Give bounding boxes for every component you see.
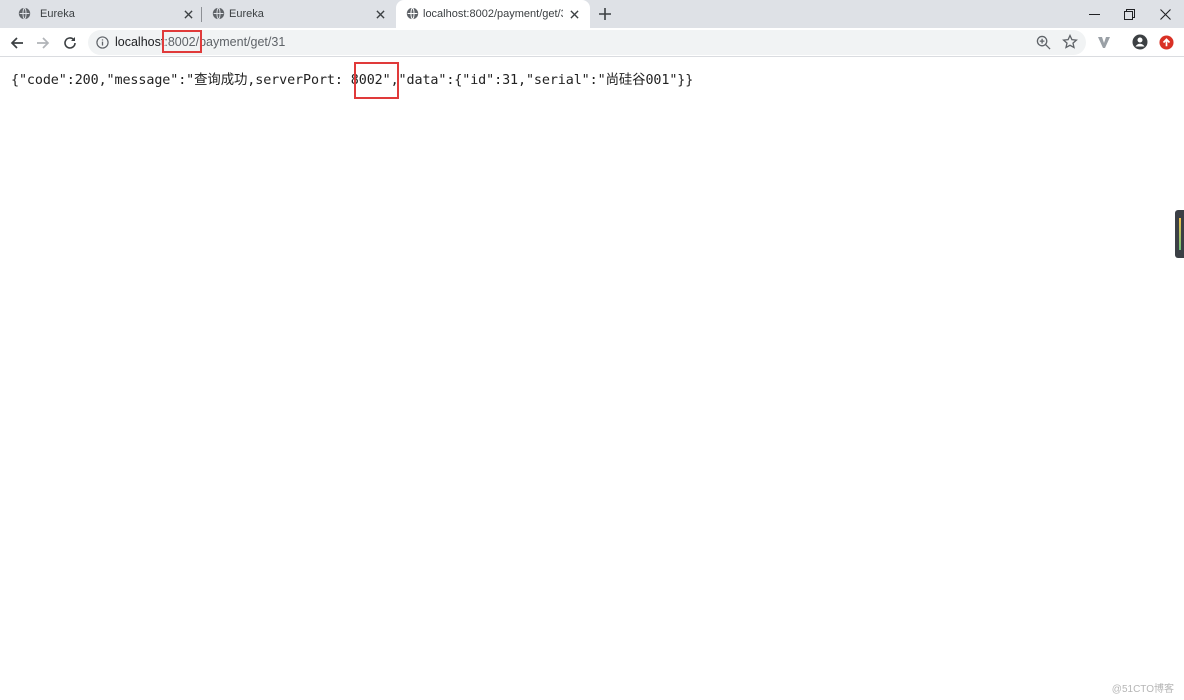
server-port-highlight-box bbox=[354, 62, 399, 99]
tab-localhost-payment[interactable]: localhost:8002/payment/get/31 bbox=[396, 0, 590, 28]
close-tab-icon[interactable] bbox=[372, 6, 388, 22]
minimize-button[interactable] bbox=[1076, 0, 1112, 28]
close-icon bbox=[1159, 8, 1171, 20]
url-host: localhost bbox=[115, 35, 165, 49]
reload-icon bbox=[64, 37, 76, 49]
address-port-highlight-box bbox=[162, 30, 202, 53]
new-tab-button[interactable] bbox=[596, 5, 614, 23]
json-response-text: {"code":200,"message":"查询成功,serverPort: … bbox=[11, 73, 694, 88]
close-tab-icon[interactable] bbox=[566, 6, 582, 22]
forward-button[interactable] bbox=[33, 33, 53, 53]
extension-button[interactable] bbox=[1095, 33, 1113, 51]
update-arrow-icon bbox=[1158, 34, 1174, 50]
arrow-left-icon bbox=[10, 37, 23, 49]
tab-title: Eureka bbox=[40, 8, 75, 20]
tab-title: Eureka bbox=[229, 8, 264, 20]
tab-title: localhost:8002/payment/get/31 bbox=[423, 8, 563, 20]
globe-icon bbox=[212, 7, 225, 20]
watermark: @51CTO博客 bbox=[1111, 684, 1174, 695]
reload-button[interactable] bbox=[60, 33, 80, 53]
extension-v-icon bbox=[1098, 37, 1110, 48]
tab-eureka-2[interactable]: Eureka bbox=[202, 0, 394, 28]
plus-icon bbox=[599, 8, 611, 20]
globe-icon bbox=[18, 7, 31, 20]
update-button[interactable] bbox=[1157, 33, 1175, 51]
tab-strip: Eureka Eureka localhost:8002/payment/get… bbox=[0, 0, 1184, 28]
back-button[interactable] bbox=[7, 33, 27, 53]
minimize-icon bbox=[1088, 13, 1100, 15]
account-circle-icon bbox=[1132, 34, 1148, 50]
tab-eureka-1[interactable]: Eureka bbox=[8, 0, 200, 28]
zoom-icon[interactable] bbox=[1036, 35, 1051, 50]
profile-button[interactable] bbox=[1131, 33, 1149, 51]
close-window-button[interactable] bbox=[1147, 0, 1183, 28]
side-panel-handle[interactable] bbox=[1175, 210, 1184, 258]
restore-icon bbox=[1123, 8, 1135, 20]
bookmark-star-icon[interactable] bbox=[1062, 34, 1078, 50]
close-tab-icon[interactable] bbox=[180, 6, 196, 22]
arrow-right-icon bbox=[37, 37, 50, 49]
address-bar[interactable]: localhost:8002/payment/get/31 bbox=[88, 30, 1086, 55]
restore-button[interactable] bbox=[1111, 0, 1147, 28]
globe-icon bbox=[406, 7, 419, 20]
info-icon[interactable] bbox=[96, 36, 109, 49]
